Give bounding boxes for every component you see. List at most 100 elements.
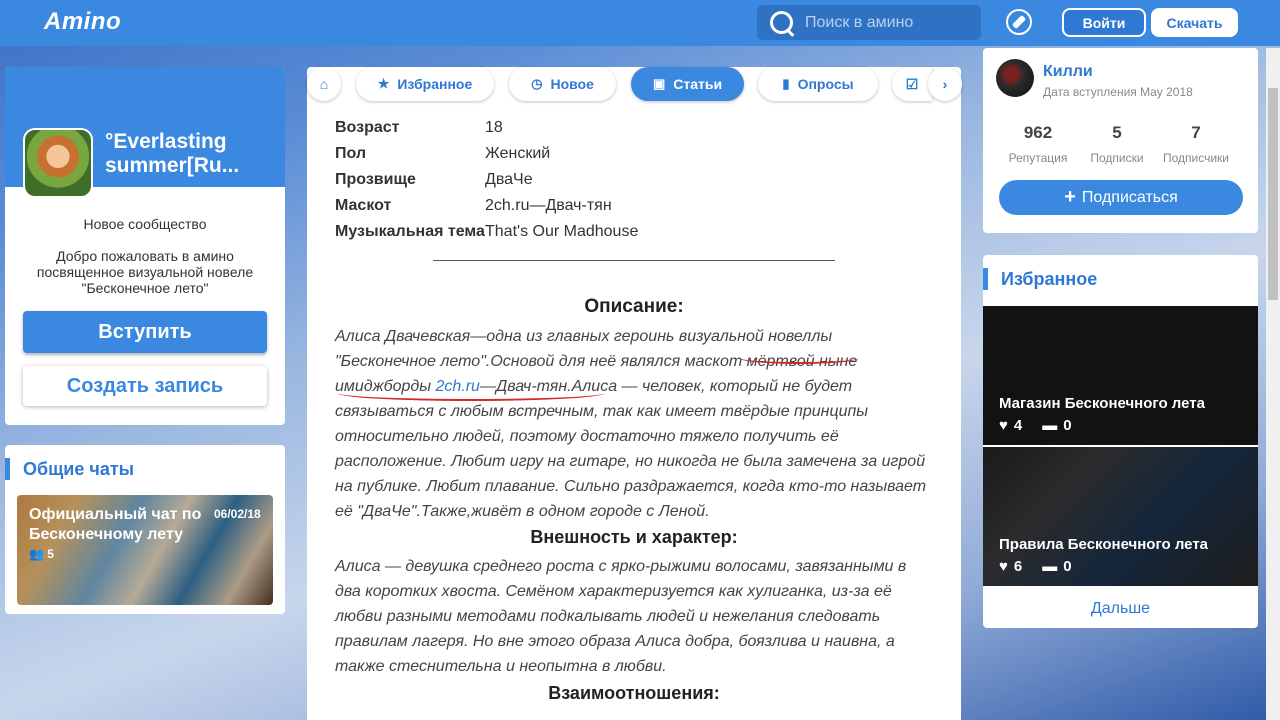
tab-featured[interactable]: ★ Избранное <box>356 67 494 101</box>
stat-number: 5 <box>1112 123 1122 142</box>
amino-logo[interactable]: Amino <box>44 8 121 36</box>
info-row: Возраст 18 <box>335 115 638 141</box>
download-button[interactable]: Скачать <box>1151 8 1238 37</box>
info-row: Маскот 2ch.ru—Двач-тян <box>335 193 638 219</box>
profile-card: Килли Дата вступления May 2018 962 Репута… <box>983 48 1258 233</box>
public-chats-card: Общие чаты Официальный чат по Бесконечно… <box>5 445 285 614</box>
community-tag: Новое сообщество <box>83 216 207 232</box>
stat-reputation: 962 Репутация <box>998 123 1078 165</box>
featured-item-stats: ♥ 6 ▬ 0 <box>999 558 1078 575</box>
members-count: 5 <box>47 547 54 561</box>
user-name[interactable]: Килли <box>1043 63 1093 81</box>
search-input[interactable] <box>805 13 975 32</box>
create-post-button[interactable]: Создать запись <box>23 366 267 406</box>
search-box[interactable] <box>757 5 981 40</box>
plus-icon: + <box>1064 186 1076 208</box>
comments-count: 0 <box>1063 558 1072 575</box>
community-card: °Everlasting summer[Ru... Новое сообщест… <box>5 67 285 425</box>
subscribe-label: Подписаться <box>1081 188 1178 206</box>
featured-item-title: Магазин Бесконечного лета <box>999 395 1205 412</box>
star-icon: ★ <box>377 76 390 91</box>
chat-name: Официальный чат по Бесконечному лету <box>29 506 202 543</box>
community-name[interactable]: °Everlasting summer[Ru... <box>105 130 275 178</box>
featured-title: Избранное <box>1001 268 1098 289</box>
chats-title: Общие чаты <box>23 458 135 479</box>
info-value: Женский <box>485 145 551 162</box>
poll-icon: ▮ <box>782 76 790 91</box>
likes-count: 4 <box>1013 417 1023 434</box>
join-button[interactable]: Вступить <box>23 311 267 353</box>
divider <box>433 260 835 261</box>
home-tab[interactable]: ⌂ <box>307 67 341 101</box>
chat-date: 06/02/18 <box>214 507 261 521</box>
info-value: 2ch.ru—Двач-тян <box>485 197 612 214</box>
info-key: Пол <box>335 145 367 162</box>
home-icon: ⌂ <box>319 76 329 92</box>
tabs-next-button[interactable]: › <box>928 67 962 101</box>
page-scrollbar[interactable] <box>1266 48 1280 720</box>
info-key: Музыкальная тема <box>335 223 485 240</box>
info-key: Маскот <box>335 197 392 214</box>
red-underline <box>739 352 859 364</box>
featured-item-title: Правила Бесконечного лета <box>999 536 1209 553</box>
subscribe-button[interactable]: + Подписаться <box>999 180 1243 215</box>
info-row: Пол Женский <box>335 141 638 167</box>
compass-icon[interactable] <box>1006 9 1032 35</box>
stat-followers[interactable]: 7 Подписчики <box>1156 123 1236 165</box>
featured-card: Избранное Магазин Бесконечного лета ♥ 4 ▬ 0… <box>983 255 1258 628</box>
clock-icon: ◷ <box>531 76 543 91</box>
article-icon: ▣ <box>652 76 666 91</box>
stat-number: 7 <box>1191 123 1201 142</box>
more-link[interactable]: Дальше <box>983 600 1258 618</box>
info-row: Прозвище ДваЧе <box>335 167 638 193</box>
info-value: That's Our Madhouse <box>485 223 639 240</box>
chat-item[interactable]: Официальный чат по Бесконечному лету 06/… <box>17 495 273 605</box>
chevron-right-icon: › <box>942 76 948 92</box>
tab-articles[interactable]: ▣ Статьи <box>631 67 744 101</box>
members-icon: 👥 <box>29 547 48 561</box>
section-bar <box>983 268 988 290</box>
heart-icon: ♥ <box>999 558 1008 575</box>
search-icon[interactable] <box>767 8 797 38</box>
info-value: 18 <box>485 119 503 136</box>
community-description: Добро пожаловать в амино посвященное виз… <box>36 248 254 296</box>
stat-label: Подписки <box>1090 151 1144 165</box>
user-join-date: Дата вступления May 2018 <box>1043 85 1193 99</box>
tab-label: Новое <box>550 76 594 92</box>
info-value: ДваЧе <box>485 171 533 188</box>
article-panel: Возраст 18 Пол Женский Прозвище ДваЧе Маско… <box>307 67 961 720</box>
red-underline <box>337 385 605 401</box>
stat-number: 962 <box>1023 123 1053 142</box>
stat-label: Подписчики <box>1162 151 1229 165</box>
comment-icon: ▬ <box>1042 417 1058 434</box>
top-bar: Amino Войти Скачать <box>0 0 1280 46</box>
description-heading: Описание: <box>584 296 684 317</box>
tab-polls[interactable]: ▮ Опросы <box>758 67 878 101</box>
tab-label: Статьи <box>673 76 723 92</box>
community-avatar[interactable] <box>23 128 93 198</box>
info-row: Музыкальная тема That's Our Madhouse <box>335 219 638 245</box>
featured-item[interactable]: Правила Бесконечного лета ♥ 6 ▬ 0 <box>983 447 1258 586</box>
heart-icon: ♥ <box>999 417 1008 434</box>
featured-item[interactable]: Магазин Бесконечного лета ♥ 4 ▬ 0 <box>983 306 1258 445</box>
section-bar <box>5 458 10 480</box>
chats-section-title: Общие чаты <box>5 458 134 480</box>
comments-count: 0 <box>1063 417 1072 434</box>
info-table: Возраст 18 Пол Женский Прозвище ДваЧе Маско… <box>335 115 638 245</box>
chat-members: 👥 5 <box>29 547 54 561</box>
tab-label: Опросы <box>797 76 854 92</box>
stat-label: Репутация <box>1008 151 1068 165</box>
info-key: Возраст <box>335 119 400 136</box>
appearance-heading: Внешность и характер: <box>530 527 738 547</box>
comment-icon: ▬ <box>1042 558 1058 575</box>
user-avatar[interactable] <box>996 59 1034 97</box>
info-key: Прозвище <box>335 171 416 188</box>
tab-new[interactable]: ◷ Новое <box>509 67 616 101</box>
login-button[interactable]: Войти <box>1062 8 1146 37</box>
featured-item-stats: ♥ 4 ▬ 0 <box>999 417 1078 434</box>
tab-quiz[interactable]: ☑ <box>892 67 932 101</box>
featured-section-title: Избранное <box>983 268 1097 290</box>
likes-count: 6 <box>1013 558 1023 575</box>
stat-following[interactable]: 5 Подписки <box>1077 123 1157 165</box>
scrollbar-thumb[interactable] <box>1268 88 1278 300</box>
